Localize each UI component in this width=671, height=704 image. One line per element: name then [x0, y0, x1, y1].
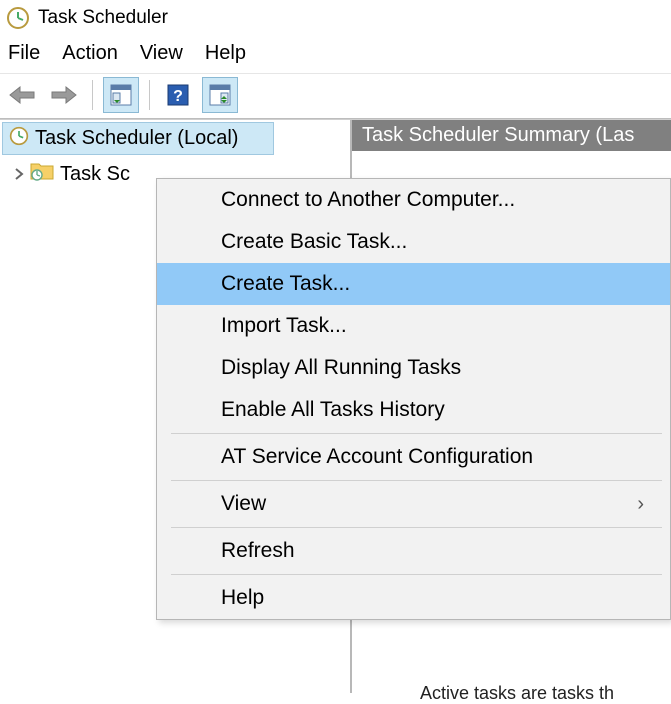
cm-enable-tasks-history[interactable]: Enable All Tasks History	[157, 389, 670, 431]
cm-at-service-account[interactable]: AT Service Account Configuration	[157, 436, 670, 478]
nav-back-button[interactable]	[4, 77, 40, 113]
cm-refresh[interactable]: Refresh	[157, 530, 670, 572]
toolbar: ?	[0, 73, 671, 119]
app-clock-icon	[6, 6, 30, 30]
cutoff-text: Active tasks are tasks th	[420, 683, 614, 704]
show-hide-action-pane-button[interactable]	[202, 77, 238, 113]
toolbar-separator	[149, 80, 150, 110]
cm-separator	[171, 574, 662, 575]
menubar: File Action View Help	[0, 36, 671, 73]
expand-arrow-icon[interactable]	[10, 165, 28, 183]
summary-header: Task Scheduler Summary (Las	[352, 120, 671, 151]
tree-child-label: Task Sc	[60, 163, 130, 186]
panel-tree-icon	[110, 84, 132, 106]
toolbar-separator	[92, 80, 93, 110]
tree-root-node[interactable]: Task Scheduler (Local)	[2, 122, 274, 155]
svg-text:?: ?	[173, 88, 183, 105]
menu-file[interactable]: File	[8, 42, 40, 65]
menu-view[interactable]: View	[140, 42, 183, 65]
cm-separator	[171, 527, 662, 528]
cm-create-basic-task[interactable]: Create Basic Task...	[157, 221, 670, 263]
cm-create-task[interactable]: Create Task...	[157, 263, 670, 305]
scheduler-root-icon	[9, 126, 29, 151]
menu-help[interactable]: Help	[205, 42, 246, 65]
chevron-right-icon: ›	[637, 493, 652, 516]
panel-action-icon	[209, 84, 231, 106]
library-folder-icon	[30, 161, 54, 187]
cm-connect-another-computer[interactable]: Connect to Another Computer...	[157, 179, 670, 221]
app-title: Task Scheduler	[38, 7, 168, 29]
help-button[interactable]: ?	[160, 77, 196, 113]
arrow-left-icon	[8, 84, 36, 106]
cm-help[interactable]: Help	[157, 577, 670, 619]
titlebar: Task Scheduler	[0, 0, 671, 36]
cm-separator	[171, 480, 662, 481]
cm-separator	[171, 433, 662, 434]
menu-action[interactable]: Action	[62, 42, 118, 65]
context-menu: Connect to Another Computer... Create Ba…	[156, 178, 671, 620]
arrow-right-icon	[50, 84, 78, 106]
cm-view-submenu[interactable]: View ›	[157, 483, 670, 525]
cm-import-task[interactable]: Import Task...	[157, 305, 670, 347]
show-hide-console-tree-button[interactable]	[103, 77, 139, 113]
tree-root-label: Task Scheduler (Local)	[35, 127, 238, 150]
nav-forward-button[interactable]	[46, 77, 82, 113]
help-icon: ?	[167, 84, 189, 106]
cm-display-running-tasks[interactable]: Display All Running Tasks	[157, 347, 670, 389]
